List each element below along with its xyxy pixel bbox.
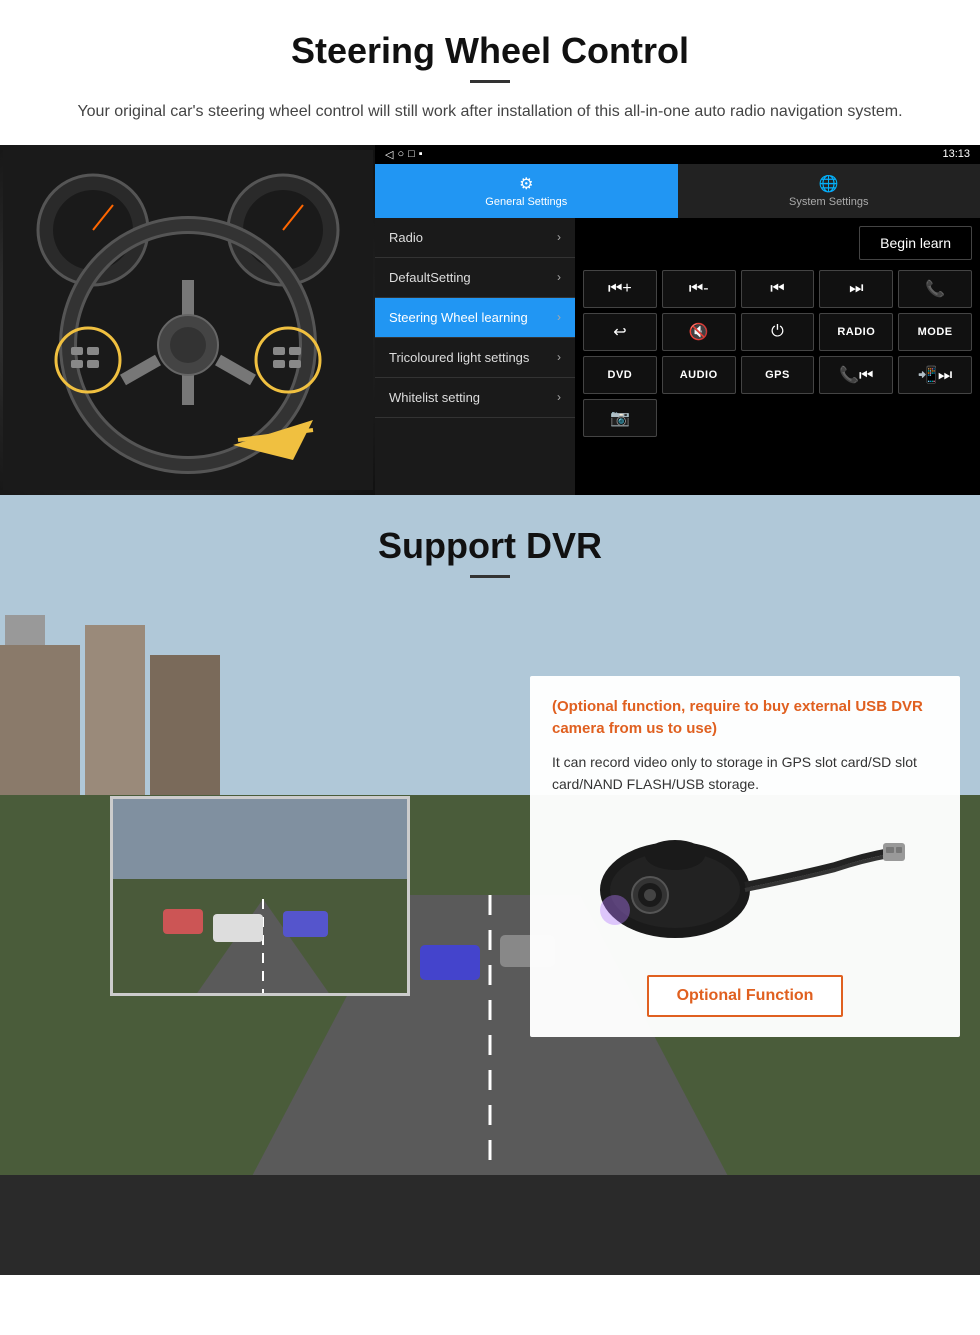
panel-content: Radio › DefaultSetting › Steering Wheel … [375,218,980,495]
dvr-header: Support DVR [0,495,980,596]
menu-item-radio-label: Radio [389,230,423,245]
ctrl-next[interactable]: ⏭ [819,270,893,308]
camera-svg [585,815,905,955]
tab-general-label: General Settings [383,196,670,208]
dvr-info-box: (Optional function, require to buy exter… [530,676,960,1038]
settings-tabs: ⚙ General Settings 🌐 System Settings [375,164,980,218]
dvr-title-divider [470,575,510,578]
chevron-right-icon: › [557,230,561,244]
ctrl-gps[interactable]: GPS [741,356,815,394]
begin-learn-button[interactable]: Begin learn [859,226,972,260]
menu-item-tricoloured[interactable]: Tricoloured light settings › [375,338,575,378]
chevron-right-icon: › [557,270,561,284]
menu-icon: ▪ [419,148,423,160]
dvr-title: Support DVR [0,525,980,567]
dvr-description: It can record video only to storage in G… [552,751,938,796]
gear-icon: ⚙ [383,174,670,194]
tab-general-settings[interactable]: ⚙ General Settings [375,164,678,218]
header-section: Steering Wheel Control Your original car… [0,0,980,145]
statusbar-nav-icons: ◁ ○ □ ▪ [385,148,423,161]
menu-item-steering-label: Steering Wheel learning [389,310,528,325]
menu-item-default-setting[interactable]: DefaultSetting › [375,258,575,298]
home-icon: ○ [397,148,404,160]
ctrl-radio[interactable]: RADIO [819,313,893,351]
back-icon: ◁ [385,148,393,161]
tab-system-settings[interactable]: 🌐 System Settings [678,164,980,218]
ctrl-phone[interactable]: 📞 [898,270,972,308]
title-divider [470,80,510,83]
menu-item-whitelist[interactable]: Whitelist setting › [375,378,575,418]
recents-icon: □ [408,148,415,160]
menu-item-whitelist-label: Whitelist setting [389,390,480,405]
ctrl-mode[interactable]: MODE [898,313,972,351]
dvr-section: Support DVR (Optional function, require … [0,495,980,1275]
chevron-right-icon: › [557,350,561,364]
begin-learn-row: Begin learn [583,226,972,260]
menu-item-steering-wheel[interactable]: Steering Wheel learning › [375,298,575,338]
menu-item-radio[interactable]: Radio › [375,218,575,258]
ctrl-audio[interactable]: AUDIO [662,356,736,394]
ctrl-prev[interactable]: ⏮ [741,270,815,308]
optional-function-button[interactable]: Optional Function [647,975,844,1017]
android-panel: ◁ ○ □ ▪ 13:13 ⚙ General Settings 🌐 Syste… [375,145,980,495]
ctrl-vol-down[interactable]: ⏮- [662,270,736,308]
ctrl-back[interactable]: ↩ [583,313,657,351]
ctrl-power[interactable]: ⏻ [741,313,815,351]
steering-wheel-svg [3,150,373,490]
dvr-optional-text: (Optional function, require to buy exter… [552,696,938,741]
dvr-thumbnail-svg [113,799,410,996]
menu-list: Radio › DefaultSetting › Steering Wheel … [375,218,575,495]
steering-section: ◁ ○ □ ▪ 13:13 ⚙ General Settings 🌐 Syste… [0,145,980,495]
tab-system-label: System Settings [686,196,973,208]
content-area: Begin learn ⏮+ ⏮- ⏮ ⏭ 📞 ↩ 🔇 ⏻ RADIO MODE [575,218,980,495]
chevron-right-icon: › [557,390,561,404]
dvr-thumbnail [110,796,410,996]
ctrl-call-next[interactable]: 📲⏭ [898,356,972,394]
menu-item-default-label: DefaultSetting [389,270,471,285]
ctrl-vol-up[interactable]: ⏮+ [583,270,657,308]
page-title: Steering Wheel Control [40,30,940,72]
dvr-camera-visual [552,815,938,955]
ctrl-camera[interactable]: 📷 [583,399,657,437]
statusbar-time: 13:13 [942,148,970,160]
chevron-right-icon: › [557,310,561,324]
ctrl-call-prev[interactable]: 📞⏮ [819,356,893,394]
steering-wheel-image [0,145,375,495]
ctrl-mute[interactable]: 🔇 [662,313,736,351]
optional-function-container: Optional Function [552,955,938,1017]
control-grid: ⏮+ ⏮- ⏮ ⏭ 📞 ↩ 🔇 ⏻ RADIO MODE DVD AUDIO G… [583,270,972,437]
subtitle-text: Your original car's steering wheel contr… [60,99,920,125]
globe-icon: 🌐 [686,174,973,194]
ctrl-dvd[interactable]: DVD [583,356,657,394]
menu-item-tricoloured-label: Tricoloured light settings [389,350,529,365]
statusbar: ◁ ○ □ ▪ 13:13 [375,145,980,164]
